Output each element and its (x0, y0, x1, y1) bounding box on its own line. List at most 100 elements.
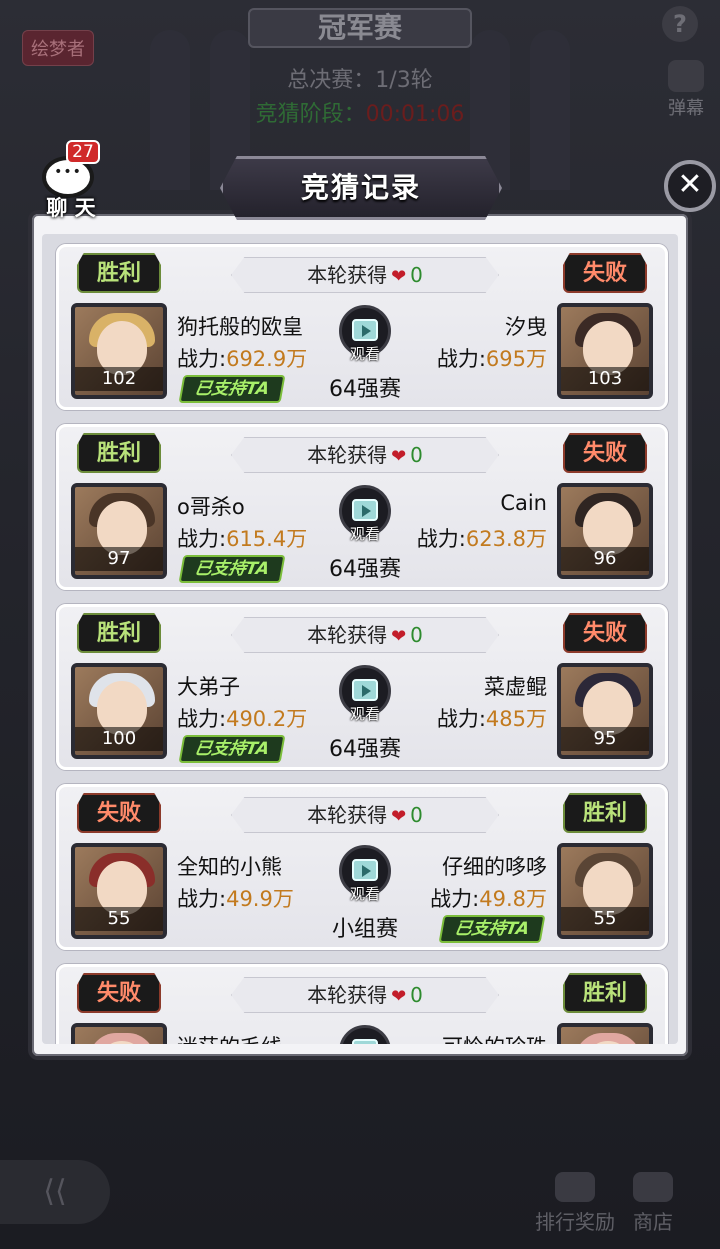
play-screen-icon (352, 679, 378, 701)
left-result-badge: 失败 (77, 793, 161, 833)
watch-label: 观看 (349, 705, 380, 723)
background-phase: 竞猜阶段：00:01:06 (0, 96, 720, 128)
record-card: 胜利 本轮获得 ❤ 0 失败 97 o哥杀o 战力:615.4万 已支持TA 观看 … (56, 424, 668, 590)
right-player-avatar[interactable]: 55 (557, 843, 653, 939)
left-player-avatar[interactable] (71, 1023, 167, 1044)
right-player-name: 菜虚鲲 (484, 675, 547, 699)
left-player-level: 100 (75, 727, 163, 751)
back-button[interactable]: ⟨⟨ (0, 1160, 110, 1224)
play-screen-icon (352, 1039, 378, 1044)
power-label: 战力: (430, 887, 480, 911)
phase-timer: 00:01:06 (365, 102, 465, 127)
rose-icon: ❤ (391, 986, 407, 1007)
reward-bar: 本轮获得 ❤ 0 (231, 617, 499, 653)
chat-unread-badge: 27 (66, 140, 100, 164)
rose-icon: ❤ (391, 446, 407, 467)
left-player-power: 战力:615.4万 (177, 523, 307, 553)
chat-label: 聊 天 (46, 196, 96, 220)
rank-reward-label: 排行奖励 (535, 1210, 615, 1234)
power-label: 战力: (177, 527, 227, 551)
watch-replay-button[interactable]: 观看 (339, 305, 391, 363)
watch-replay-button[interactable] (339, 1025, 391, 1044)
right-player-power: 战力:623.8万 (417, 523, 547, 553)
watch-replay-button[interactable]: 观看 (339, 665, 391, 723)
left-player-avatar[interactable]: 100 (71, 663, 167, 759)
danmu-label: 弹幕 (668, 98, 704, 119)
record-list-viewport[interactable]: 胜利 本轮获得 ❤ 0 失败 102 狗托般的欧皇 战力:692.9万 已支持TA … (42, 234, 678, 1044)
left-player-name: 狗托般的欧皇 (177, 315, 303, 339)
right-player-avatar[interactable] (557, 1023, 653, 1044)
right-player-avatar[interactable]: 96 (557, 483, 653, 579)
play-screen-icon (352, 499, 378, 521)
power-label: 战力: (177, 347, 227, 371)
background-user-tag: 绘梦者 (22, 30, 94, 66)
right-result-badge: 失败 (563, 613, 647, 653)
danmu-icon (668, 60, 704, 92)
play-screen-icon (352, 859, 378, 881)
phase-label: 竞猜阶段： (255, 102, 366, 127)
left-player-avatar[interactable]: 97 (71, 483, 167, 579)
danmu-button[interactable]: 弹幕 (668, 60, 704, 120)
watch-label: 观看 (349, 525, 380, 543)
power-label: 战力: (177, 707, 227, 731)
record-card: 失败 本轮获得❤0 胜利 迷茫的毛线 可怜的珍珠 (56, 964, 668, 1044)
left-player-level: 97 (75, 547, 163, 571)
match-stage: 64强赛 (329, 737, 401, 762)
shop-button[interactable]: 商店 (626, 1172, 680, 1235)
power-value: 49.9万 (226, 887, 294, 911)
right-player-name: 可怜的珍珠 (442, 1031, 547, 1044)
record-list: 胜利 本轮获得 ❤ 0 失败 102 狗托般的欧皇 战力:692.9万 已支持TA … (56, 244, 668, 1044)
right-result-badge: 胜利 (563, 793, 647, 833)
right-player-power: 战力:49.8万 (430, 883, 547, 913)
trophy-icon (555, 1172, 595, 1202)
right-result-badge: 失败 (563, 433, 647, 473)
left-player-level: 102 (75, 367, 163, 391)
left-player-avatar[interactable]: 55 (71, 843, 167, 939)
power-value: 615.4万 (226, 527, 308, 551)
play-screen-icon (352, 319, 378, 341)
left-player-name: 迷茫的毛线 (177, 1031, 282, 1044)
reward-count: 0 (410, 803, 423, 827)
watch-label: 观看 (349, 345, 380, 363)
right-player-level: 96 (561, 547, 649, 571)
watch-replay-button[interactable]: 观看 (339, 845, 391, 903)
reward-bar: 本轮获得 ❤ 0 (231, 257, 499, 293)
power-value: 623.8万 (465, 527, 547, 551)
rank-reward-button[interactable]: 排行奖励 (530, 1172, 620, 1235)
reward-label: 本轮获得 (307, 443, 388, 467)
power-label: 战力: (177, 887, 227, 911)
right-player-name: Cain (500, 491, 547, 515)
right-result-badge: 失败 (563, 253, 647, 293)
left-player-power: 战力:490.2万 (177, 703, 307, 733)
record-card: 失败 本轮获得 ❤ 0 胜利 55 全知的小熊 战力:49.9万 观看 小组赛 55… (56, 784, 668, 950)
reward-label: 本轮获得 (307, 623, 388, 647)
right-result-badge: 胜利 (563, 973, 647, 1013)
reward-count: 0 (410, 983, 423, 1007)
match-stage: 64强赛 (329, 557, 401, 582)
shop-label: 商店 (633, 1210, 673, 1234)
left-player-power: 战力:692.9万 (177, 343, 307, 373)
close-icon[interactable]: ✕ (664, 160, 716, 212)
left-supported-tag: 已支持TA (178, 735, 286, 763)
right-player-power: 战力:485万 (437, 703, 547, 733)
background-round-text: 总决赛：1/3轮 (287, 68, 433, 93)
right-player-avatar[interactable]: 95 (557, 663, 653, 759)
right-player-name: 汐曳 (505, 315, 547, 339)
guess-record-panel: 胜利 本轮获得 ❤ 0 失败 102 狗托般的欧皇 战力:692.9万 已支持TA … (28, 210, 692, 1060)
left-player-avatar[interactable]: 102 (71, 303, 167, 399)
chat-button[interactable]: 27 聊 天 (36, 140, 106, 220)
reward-bar: 本轮获得 ❤ 0 (231, 977, 499, 1013)
help-icon[interactable]: ? (662, 6, 698, 42)
right-player-avatar[interactable]: 103 (557, 303, 653, 399)
reward-label: 本轮获得 (307, 803, 388, 827)
watch-replay-button[interactable]: 观看 (339, 485, 391, 543)
power-value: 49.8万 (479, 887, 547, 911)
power-value: 695万 (485, 347, 547, 371)
right-player-power: 战力:695万 (437, 343, 547, 373)
right-player-level: 55 (561, 907, 649, 931)
shop-icon (633, 1172, 673, 1202)
left-player-name: 全知的小熊 (177, 855, 282, 879)
panel-title: 竞猜记录 (220, 156, 502, 220)
left-player-level: 55 (75, 907, 163, 931)
right-player-name: 仔细的哆哆 (442, 855, 547, 879)
